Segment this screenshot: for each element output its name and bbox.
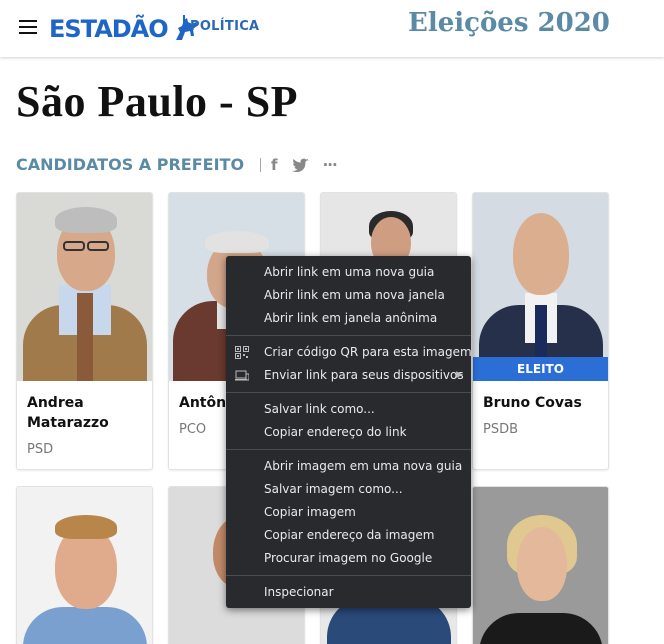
candidate-card[interactable] (472, 486, 609, 644)
menu-item-save-image[interactable]: Salvar imagem como... (226, 478, 471, 501)
elections-title[interactable]: Eleições 2020 (408, 8, 610, 38)
divider (260, 157, 262, 172)
menu-separator (226, 575, 471, 576)
candidate-name[interactable]: Andrea Matarazzo (27, 393, 147, 433)
candidate-card[interactable]: Andrea Matarazzo PSD (16, 192, 153, 470)
candidates-heading: CANDIDATOS A PREFEITO (16, 155, 245, 174)
submenu-arrow-icon: ▶ (456, 370, 463, 380)
brand-logo[interactable]: ESTADÃO (49, 13, 200, 45)
menu-item-create-qr[interactable]: Criar código QR para esta imagem (226, 341, 472, 364)
menu-item-copy-image[interactable]: Copiar imagem (226, 501, 471, 524)
candidates-subheader: CANDIDATOS A PREFEITO f ··· (16, 155, 351, 174)
menu-separator (226, 392, 471, 393)
site-header: ESTADÃO POLÍTICA Eleições 2020 (0, 0, 664, 57)
twitter-share-icon[interactable] (291, 158, 309, 172)
menu-item-label: Criar código QR para esta imagem (264, 345, 472, 359)
context-menu: Abrir link em uma nova guia Abrir link e… (226, 256, 472, 608)
brand-text: ESTADÃO (49, 15, 169, 43)
candidate-photo[interactable] (17, 487, 152, 644)
menu-item-label: Enviar link para seus dispositivos (264, 368, 464, 382)
candidate-photo[interactable] (17, 193, 152, 381)
menu-item-inspect[interactable]: Inspecionar (226, 581, 471, 604)
more-share-icon[interactable]: ··· (323, 156, 338, 174)
menu-separator (226, 449, 471, 450)
menu-icon[interactable] (19, 20, 37, 36)
menu-item-send-to-devices[interactable]: Enviar link para seus dispositivos ▶ (226, 364, 471, 387)
menu-item-search-image-google[interactable]: Procurar imagem no Google (226, 547, 471, 570)
candidate-card[interactable] (16, 486, 153, 644)
facebook-share-icon[interactable]: f (271, 156, 278, 174)
menu-separator (226, 335, 471, 336)
menu-item-open-new-window[interactable]: Abrir link em uma nova janela (226, 284, 471, 307)
candidate-name[interactable]: Bruno Covas (483, 393, 603, 413)
section-link[interactable]: POLÍTICA (190, 19, 259, 34)
menu-item-open-image[interactable]: Abrir imagem em uma nova guia (226, 455, 471, 478)
candidate-party: PCO (179, 422, 207, 437)
candidate-photo[interactable]: ELEITO (473, 193, 608, 381)
menu-item-open-new-tab[interactable]: Abrir link em uma nova guia (226, 261, 471, 284)
page-title: São Paulo - SP (16, 77, 299, 126)
menu-item-copy-image-address[interactable]: Copiar endereço da imagem (226, 524, 471, 547)
elected-badge: ELEITO (473, 357, 608, 381)
qr-code-icon (235, 346, 249, 359)
menu-item-save-link[interactable]: Salvar link como... (226, 398, 471, 421)
candidate-card[interactable]: ELEITO Bruno Covas PSDB (472, 192, 609, 470)
menu-item-copy-link[interactable]: Copiar endereço do link (226, 421, 471, 444)
device-icon (235, 370, 249, 381)
menu-item-open-incognito[interactable]: Abrir link em janela anônima (226, 307, 471, 330)
candidate-party: PSDB (483, 422, 519, 437)
candidate-photo[interactable] (473, 487, 608, 644)
candidate-party: PSD (27, 442, 54, 457)
